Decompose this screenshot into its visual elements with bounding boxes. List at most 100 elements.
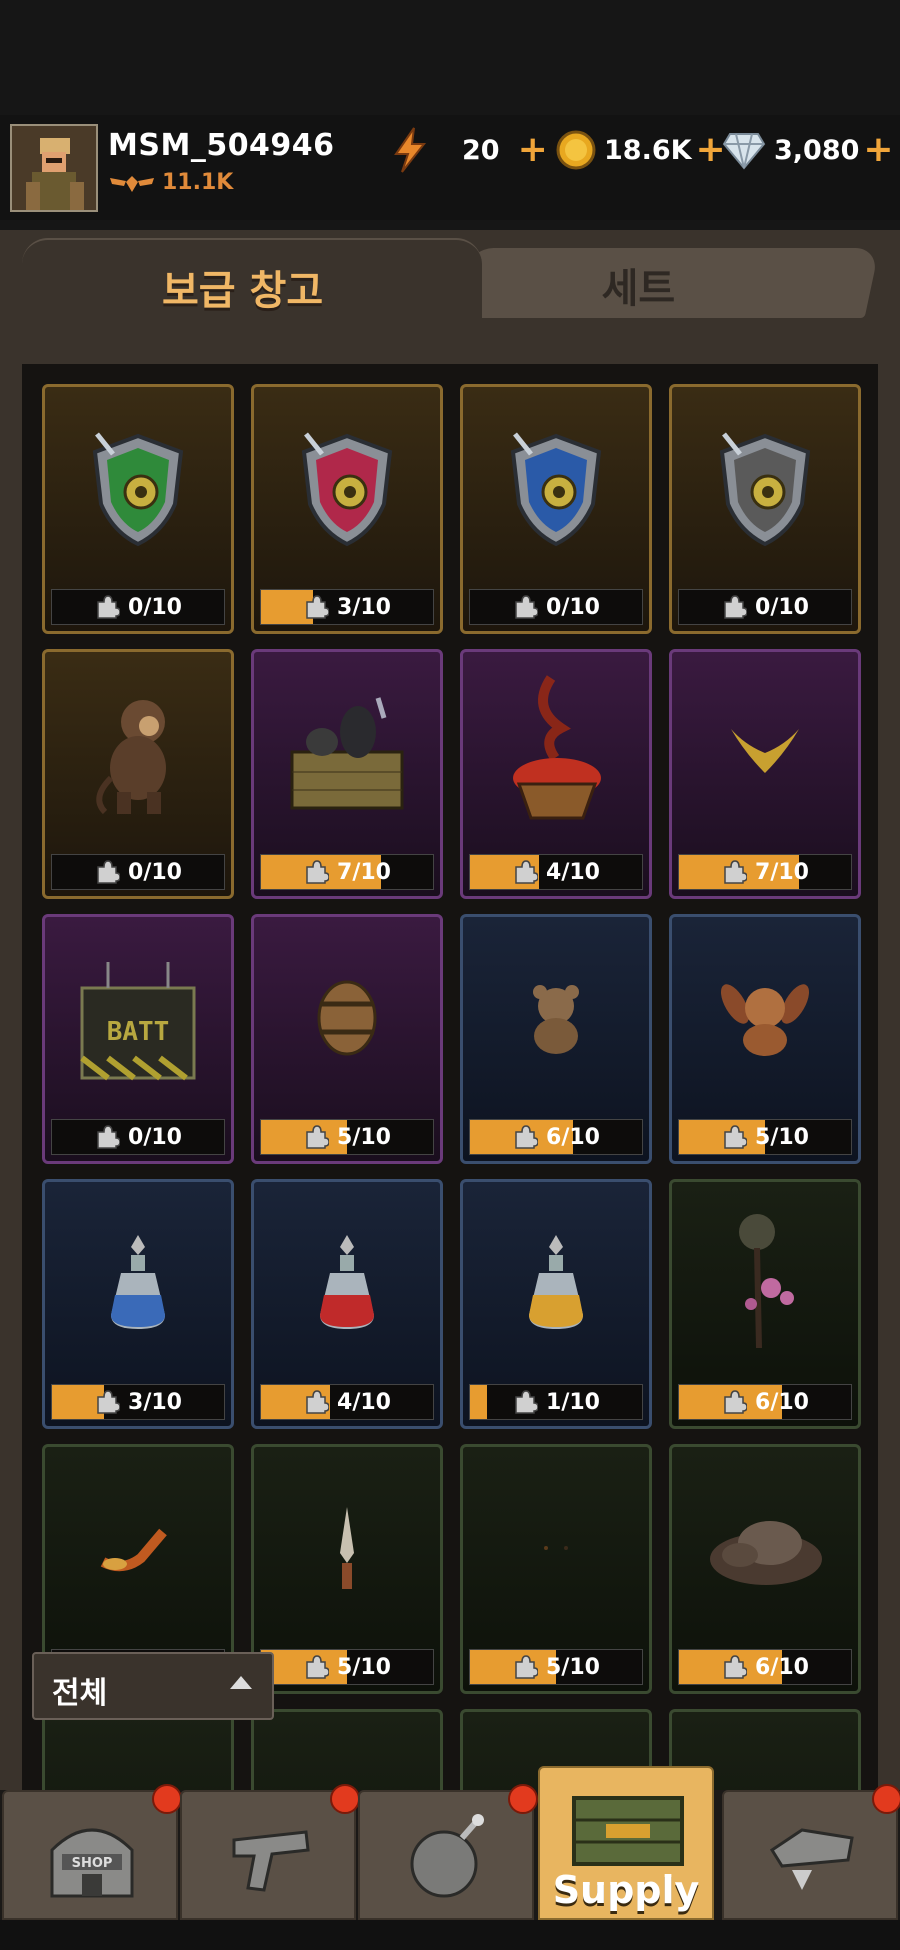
progress-bar: 6/10 bbox=[678, 1649, 852, 1685]
progress-value: 3/10 bbox=[337, 594, 391, 620]
nav-bomb-button[interactable] bbox=[358, 1784, 538, 1920]
item-card-barrel[interactable]: 5/10 bbox=[251, 914, 443, 1164]
nav-vehicle-button[interactable] bbox=[722, 1784, 900, 1920]
item-card-teddy-bear[interactable]: 6/10 bbox=[460, 914, 652, 1164]
progress-value: 0/10 bbox=[128, 1124, 182, 1150]
progress-value: 6/10 bbox=[755, 1654, 809, 1680]
puzzle-piece-icon bbox=[306, 860, 330, 884]
puzzle-piece-icon bbox=[97, 1125, 121, 1149]
svg-text:SHOP: SHOP bbox=[72, 1856, 113, 1871]
progress-label: 3/10 bbox=[261, 590, 433, 624]
progress-value: 1/10 bbox=[546, 1389, 600, 1415]
puzzle-piece-icon bbox=[306, 1655, 330, 1679]
rock-pile-icon bbox=[680, 1455, 850, 1641]
progress-label: 0/10 bbox=[679, 590, 851, 624]
progress-label: 5/10 bbox=[261, 1650, 433, 1684]
progress-bar: 5/10 bbox=[260, 1649, 434, 1685]
gold-horns-icon bbox=[680, 660, 850, 846]
tab-set[interactable]: 세트 bbox=[454, 248, 880, 318]
progress-label: 0/10 bbox=[52, 1120, 224, 1154]
puzzle-piece-icon bbox=[306, 1390, 330, 1414]
item-card-green-shield[interactable]: 0/10 bbox=[42, 384, 234, 634]
rank-wings-icon bbox=[110, 176, 154, 192]
progress-value: 4/10 bbox=[337, 1389, 391, 1415]
item-card-gray-shield[interactable]: 0/10 bbox=[669, 384, 861, 634]
progress-bar: 3/10 bbox=[260, 589, 434, 625]
item-card-flower-plant[interactable]: 6/10 bbox=[669, 1179, 861, 1429]
diamond-icon bbox=[722, 133, 766, 170]
item-card-blue-potion[interactable]: 3/10 bbox=[42, 1179, 234, 1429]
gold-resource: 18.6K + bbox=[556, 126, 726, 174]
shop-icon: SHOP bbox=[42, 1810, 142, 1904]
progress-value: 6/10 bbox=[755, 1389, 809, 1415]
progress-value: 0/10 bbox=[128, 859, 182, 885]
tab-supply-storage[interactable]: 보급 창고 bbox=[22, 238, 482, 332]
bunny-doll-icon bbox=[680, 925, 850, 1111]
item-card-fire-basket[interactable]: 4/10 bbox=[460, 649, 652, 899]
item-card-partial[interactable] bbox=[42, 1709, 234, 1794]
item-card-monkey[interactable]: 0/10 bbox=[42, 649, 234, 899]
teddy-bear-icon bbox=[471, 925, 641, 1111]
energy-value: 20 bbox=[462, 134, 500, 166]
supply-crate-icon bbox=[568, 1790, 688, 1874]
blue-potion-icon bbox=[53, 1190, 223, 1376]
progress-value: 3/10 bbox=[128, 1389, 182, 1415]
progress-value: 0/10 bbox=[128, 594, 182, 620]
progress-value: 7/10 bbox=[755, 859, 809, 885]
svg-text:BATT: BATT bbox=[107, 1017, 170, 1047]
item-card-batt-box[interactable]: BATT 0/10 bbox=[42, 914, 234, 1164]
progress-label: 0/10 bbox=[52, 855, 224, 889]
progress-value: 5/10 bbox=[337, 1654, 391, 1680]
avatar[interactable] bbox=[10, 124, 98, 212]
weapon-crate-icon bbox=[262, 660, 432, 846]
nav-shop-button[interactable]: SHOP bbox=[2, 1784, 182, 1920]
item-card-rock-pile[interactable]: 6/10 bbox=[669, 1444, 861, 1694]
nav-gun-button[interactable] bbox=[180, 1784, 360, 1920]
progress-bar: 5/10 bbox=[469, 1649, 643, 1685]
item-card-bunny-doll[interactable]: 5/10 bbox=[669, 914, 861, 1164]
progress-bar: 3/10 bbox=[51, 1384, 225, 1420]
add-energy-button[interactable]: + bbox=[518, 132, 548, 168]
gem-resource: 3,080 + bbox=[722, 126, 894, 174]
tab-set-label: 세트 bbox=[601, 266, 676, 312]
puzzle-piece-icon bbox=[515, 1655, 539, 1679]
progress-label: 1/10 bbox=[470, 1385, 642, 1419]
progress-label: 5/10 bbox=[470, 1650, 642, 1684]
gold-value: 18.6K bbox=[604, 134, 692, 166]
notification-badge bbox=[330, 1784, 360, 1814]
filter-label: 전체 bbox=[52, 1676, 108, 1711]
puzzle-piece-icon bbox=[306, 1125, 330, 1149]
item-card-dark-item[interactable]: 5/10 bbox=[460, 1444, 652, 1694]
item-card-knife[interactable]: 5/10 bbox=[251, 1444, 443, 1694]
item-card-partial[interactable] bbox=[251, 1709, 443, 1794]
barrel-icon bbox=[262, 925, 432, 1111]
notification-badge bbox=[872, 1784, 900, 1814]
item-card-red-potion[interactable]: 4/10 bbox=[251, 1179, 443, 1429]
progress-bar: 5/10 bbox=[678, 1119, 852, 1155]
item-grid: 0/10 3/10 0/10 0/10 0/10 7/10 4/10 7/10 BATT 0/10… bbox=[22, 364, 878, 1794]
item-card-red-shield[interactable]: 3/10 bbox=[251, 384, 443, 634]
dark-item-icon bbox=[471, 1455, 641, 1641]
puzzle-piece-icon bbox=[306, 595, 330, 619]
bottom-strip bbox=[0, 1920, 900, 1950]
item-card-blue-shield[interactable]: 0/10 bbox=[460, 384, 652, 634]
progress-bar: 0/10 bbox=[678, 589, 852, 625]
red-potion-icon bbox=[262, 1190, 432, 1376]
progress-bar: 0/10 bbox=[51, 1119, 225, 1155]
item-card-weapon-crate[interactable]: 7/10 bbox=[251, 649, 443, 899]
puzzle-piece-icon bbox=[97, 1390, 121, 1414]
progress-value: 7/10 bbox=[337, 859, 391, 885]
item-card-yellow-potion[interactable]: 1/10 bbox=[460, 1179, 652, 1429]
item-card-gold-horns[interactable]: 7/10 bbox=[669, 649, 861, 899]
progress-label: 7/10 bbox=[679, 855, 851, 889]
blue-shield-icon bbox=[471, 395, 641, 581]
progress-label: 6/10 bbox=[679, 1650, 851, 1684]
nav-supply-button[interactable]: Supply bbox=[538, 1766, 714, 1920]
puzzle-piece-icon bbox=[515, 860, 539, 884]
progress-value: 5/10 bbox=[546, 1654, 600, 1680]
filter-dropdown[interactable]: 전체 bbox=[32, 1652, 274, 1720]
lightning-icon bbox=[394, 127, 427, 173]
add-gems-button[interactable]: + bbox=[863, 132, 893, 168]
gold-coin-icon bbox=[556, 130, 596, 170]
knife-icon bbox=[262, 1455, 432, 1641]
